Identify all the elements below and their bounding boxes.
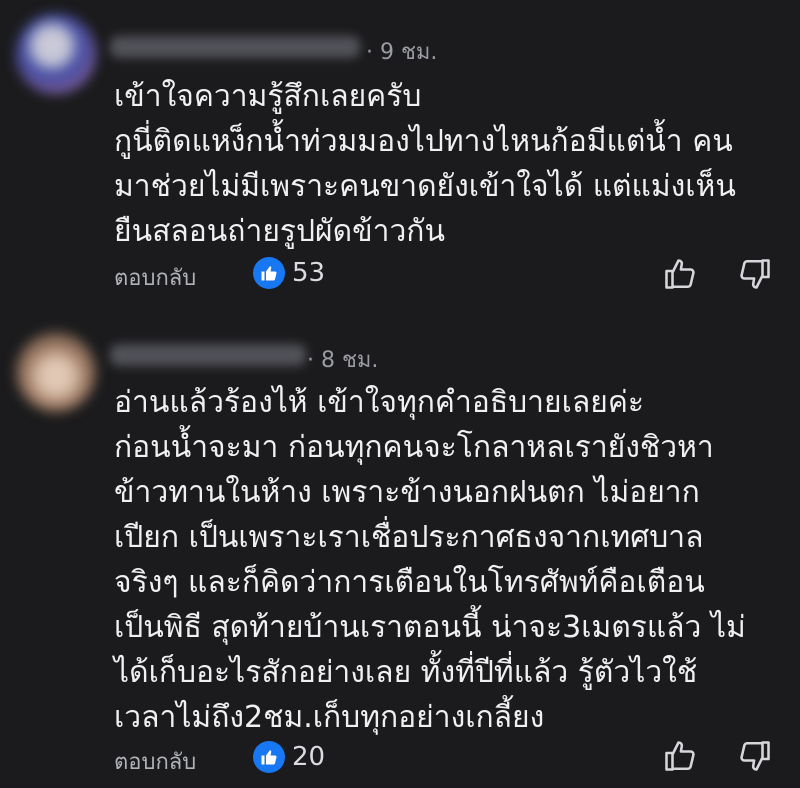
author-name[interactable]	[110, 344, 306, 366]
thumbs-down-icon[interactable]	[737, 256, 773, 292]
comment-line: เข้าใจความรู้สึกเลยครับ	[114, 79, 422, 114]
comment-line: เปียก เป็นเพราะเราเชื่อประกาศธงจากเทศบาล	[114, 520, 704, 555]
comment-timestamp[interactable]: · 8 ชม.	[307, 342, 378, 377]
comment-line: เป็นพิธี สุดท้ายบ้านเราตอนนี้ น่าจะ3เมตร…	[114, 610, 746, 645]
thumbs-up-icon[interactable]	[662, 738, 698, 774]
comment-line: ก่อนน้ำจะมา ก่อนทุกคนจะโกลาหลเรายังชิวหา	[114, 430, 714, 465]
comment-line: จริงๆ และก็คิดว่าการเตือนในโทรศัพท์คือเต…	[114, 565, 705, 600]
thumbs-up-icon[interactable]	[662, 256, 698, 292]
like-reaction-icon[interactable]	[253, 741, 285, 773]
comment-line: กูนี่ติดแหง็กน้ำท่วมมองไปทางไหนก้อมีแต่น…	[114, 124, 733, 159]
comment-line: อ่านแล้วร้องไห้ เข้าใจทุกคำอธิบายเลยค่ะ	[114, 385, 644, 420]
comment-line: ข้าวทานในห้าง เพราะข้างนอกฝนตก ไม่อยาก	[114, 475, 700, 510]
author-name[interactable]	[110, 36, 360, 58]
avatar[interactable]	[16, 332, 96, 412]
comment-text: เข้าใจความรู้สึกเลยครับ กูนี่ติดแหง็กน้ำ…	[114, 74, 780, 254]
thumbs-down-icon[interactable]	[737, 738, 773, 774]
comment-text: อ่านแล้วร้องไห้ เข้าใจทุกคำอธิบายเลยค่ะ …	[114, 380, 780, 740]
comment-line: ยืนสลอนถ่ายรูปผัดข้าวกัน	[114, 214, 445, 249]
comment-line: มาช่วยไม่มีเพราะคนขาดยังเข้าใจได้ แต่แม่…	[114, 169, 736, 204]
comment-timestamp[interactable]: · 9 ชม.	[366, 34, 437, 69]
reply-button[interactable]: ตอบกลับ	[114, 744, 196, 779]
like-count[interactable]: 20	[292, 742, 325, 772]
comment-line: ได้เก็บอะไรสักอย่างเลย ทั้งที่ปีที่แล้ว …	[114, 655, 698, 690]
reply-button[interactable]: ตอบกลับ	[114, 260, 196, 295]
comment-line: เวลาไม่ถึง2ชม.เก็บทุกอย่างเกลี้ยง	[114, 700, 545, 735]
comment: · 8 ชม. อ่านแล้วร้องไห้ เข้าใจทุกคำอธิบา…	[0, 310, 800, 788]
like-reaction-icon[interactable]	[253, 257, 285, 289]
like-count[interactable]: 53	[292, 258, 325, 288]
comment: · 9 ชม. เข้าใจความรู้สึกเลยครับ กูนี่ติด…	[0, 0, 800, 310]
avatar[interactable]	[16, 14, 96, 94]
